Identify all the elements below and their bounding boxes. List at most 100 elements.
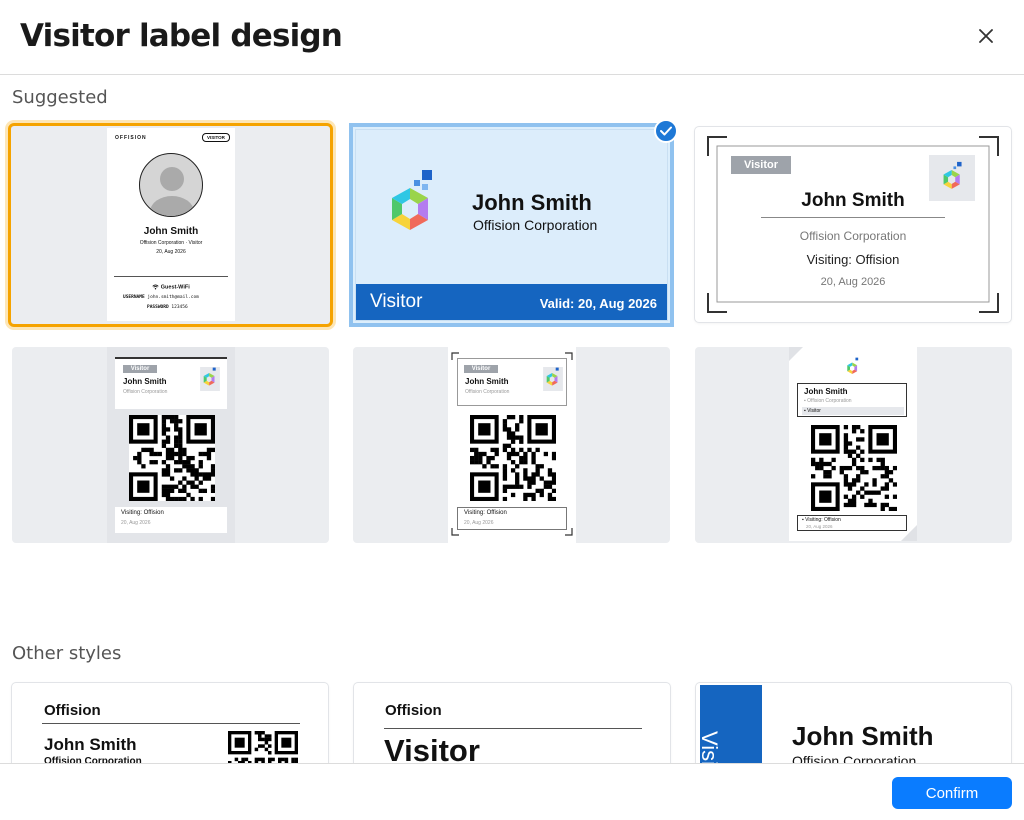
qr-code-icon (470, 415, 557, 502)
badge-company: Offision Corporation (123, 389, 168, 395)
brand-text: OFFISION (115, 135, 147, 141)
visitor-bar-role: Visitor (370, 291, 423, 312)
design-card-portrait-qr-folded[interactable]: John Smith ▪ Offision Corporation ▪ Visi… (695, 347, 1012, 543)
logo-icon (543, 367, 563, 391)
badge-name: John Smith (792, 721, 934, 751)
dialog-header: Visitor label design (0, 0, 1024, 75)
visitor-label-dialog: Visitor label design Suggested OFFISION … (0, 0, 1024, 820)
confirm-button[interactable]: Confirm (892, 777, 1012, 809)
vertical-visitor-text: Visitor (697, 731, 722, 763)
label-footer: Visiting: Offision 20, Aug 2026 (115, 507, 227, 533)
design-gallery[interactable]: Suggested OFFISION VISITOR John Smith Of… (0, 76, 1024, 763)
visitor-bar-valid: Valid: 20, Aug 2026 (539, 296, 657, 311)
avatar (139, 153, 203, 217)
logo-icon (200, 367, 220, 391)
badge-company: Offision Corporation (799, 229, 907, 243)
visitor-tag: Visitor (731, 156, 791, 174)
password-row: PASSWORD 123456 (147, 305, 188, 310)
badge-company: Offision Corporation (465, 389, 510, 395)
username-label: USERNAME (123, 295, 145, 300)
wifi-title: Guest-WiFi (160, 284, 190, 291)
badge-visiting: ▪ Visiting: Offision (802, 517, 841, 523)
badge-name: John Smith (44, 735, 137, 754)
qr-code (228, 731, 299, 763)
badge-company: ▪ Offision Corporation (804, 398, 852, 404)
badge-company-text: Offision Corporation (807, 398, 852, 404)
vertical-stripe: Visitor (697, 685, 762, 763)
design-card-portrait-wifi[interactable]: OFFISION VISITOR John Smith Offision Cor… (8, 123, 333, 327)
qr-code-icon (129, 415, 216, 502)
badge-name: John Smith (804, 387, 848, 396)
close-icon (979, 29, 993, 43)
badge-name: John Smith (465, 377, 509, 386)
badge-date: 20, Aug 2026 (156, 249, 186, 255)
badge-visiting-text: Visiting: Offision (805, 517, 841, 523)
wifi-row: Guest-WiFi (107, 284, 235, 290)
divider (42, 723, 300, 724)
check-icon (660, 126, 672, 136)
username-value: john.smith@mail.com (147, 295, 199, 300)
password-label: PASSWORD (147, 305, 169, 310)
badge-name: John Smith (143, 226, 199, 237)
design-card-portrait-qr-bracket[interactable]: Visitor John Smith Offision Corporation (353, 347, 670, 543)
badge-date: 20, Aug 2026 (121, 520, 151, 526)
label-preview: Visitor John Smith Offision Corporation (448, 347, 576, 543)
badge-visiting: Visiting: Offision (806, 252, 900, 267)
section-other-styles: Other styles (12, 643, 122, 664)
design-card-simple-qr[interactable]: Offision John Smith Offision Corporation (12, 683, 328, 763)
label-header: Visitor John Smith Offision Corporation (115, 357, 227, 409)
divider (761, 217, 945, 218)
close-button[interactable] (972, 22, 1000, 50)
password-value: 123456 (171, 305, 188, 310)
divider (384, 728, 642, 729)
selected-check (654, 119, 678, 143)
badge-visiting: Visiting: Offision (121, 510, 164, 516)
wifi-icon (152, 284, 159, 290)
label-preview: John Smith Offision Corporation Visitor … (355, 129, 668, 321)
label-footer: Visiting: Offision 20, Aug 2026 (457, 507, 567, 530)
visitor-tag: Visitor (464, 365, 498, 373)
label-preview: John Smith ▪ Offision Corporation ▪ Visi… (789, 347, 917, 541)
visitor-bar: Visitor Valid: 20, Aug 2026 (356, 284, 667, 320)
visitor-big-text: Visitor (384, 733, 480, 763)
logo-icon (847, 357, 859, 374)
label-footer: ▪ Visiting: Offision 20, Aug 2026 (797, 515, 907, 531)
label-preview: OFFISION VISITOR John Smith Offision Cor… (107, 128, 235, 321)
design-card-bracket-frame[interactable]: Visitor John Smith Offision Corporation … (695, 127, 1011, 322)
avatar-icon (150, 167, 194, 216)
label-preview: Visitor John Smith Offision Corporation (107, 347, 235, 543)
label-header: Visitor John Smith Offision Corporation (457, 358, 567, 406)
qr-code-icon (811, 425, 898, 512)
badge-role-row: ▪ Visitor (802, 407, 904, 415)
qr-code (470, 415, 557, 502)
username-row: USERNAME john.smith@mail.com (123, 295, 199, 300)
logo-icon (392, 170, 432, 230)
badge-visiting: Visiting: Offision (464, 510, 507, 516)
badge-company: Offision Corporation (44, 756, 142, 763)
badge-name: John Smith (472, 190, 592, 215)
section-suggested: Suggested (12, 87, 108, 108)
badge-date: 20, Aug 2026 (806, 524, 833, 529)
qr-code-icon (228, 731, 299, 763)
brand-text: Offision (385, 702, 442, 719)
badge-role: Visitor (807, 408, 821, 414)
badge-company: Offision Corporation (792, 753, 917, 763)
badge-name: John Smith (123, 377, 167, 386)
divider (114, 276, 228, 277)
badge-company: Offision Corporation · Visitor (139, 240, 203, 246)
badge-company: Offision Corporation (473, 217, 598, 233)
dialog-title: Visitor label design (20, 18, 343, 54)
label-header: John Smith ▪ Offision Corporation ▪ Visi… (797, 383, 907, 417)
badge-date: 20, Aug 2026 (820, 276, 886, 288)
badge-name: John Smith (801, 190, 905, 211)
design-card-vertical-stripe[interactable]: Visitor John Smith Offision Corporation (696, 683, 1011, 763)
dialog-footer: Confirm (0, 763, 1024, 820)
visitor-tag: Visitor (123, 365, 157, 373)
design-card-big-visitor[interactable]: Offision Visitor (354, 683, 670, 763)
badge-date: 20, Aug 2026 (464, 520, 494, 526)
qr-code (811, 425, 898, 512)
visitor-tag: VISITOR (202, 133, 230, 142)
qr-code (129, 415, 216, 502)
design-card-landscape-blue[interactable]: John Smith Offision Corporation Visitor … (353, 127, 670, 323)
design-card-portrait-qr[interactable]: Visitor John Smith Offision Corporation (12, 347, 329, 543)
